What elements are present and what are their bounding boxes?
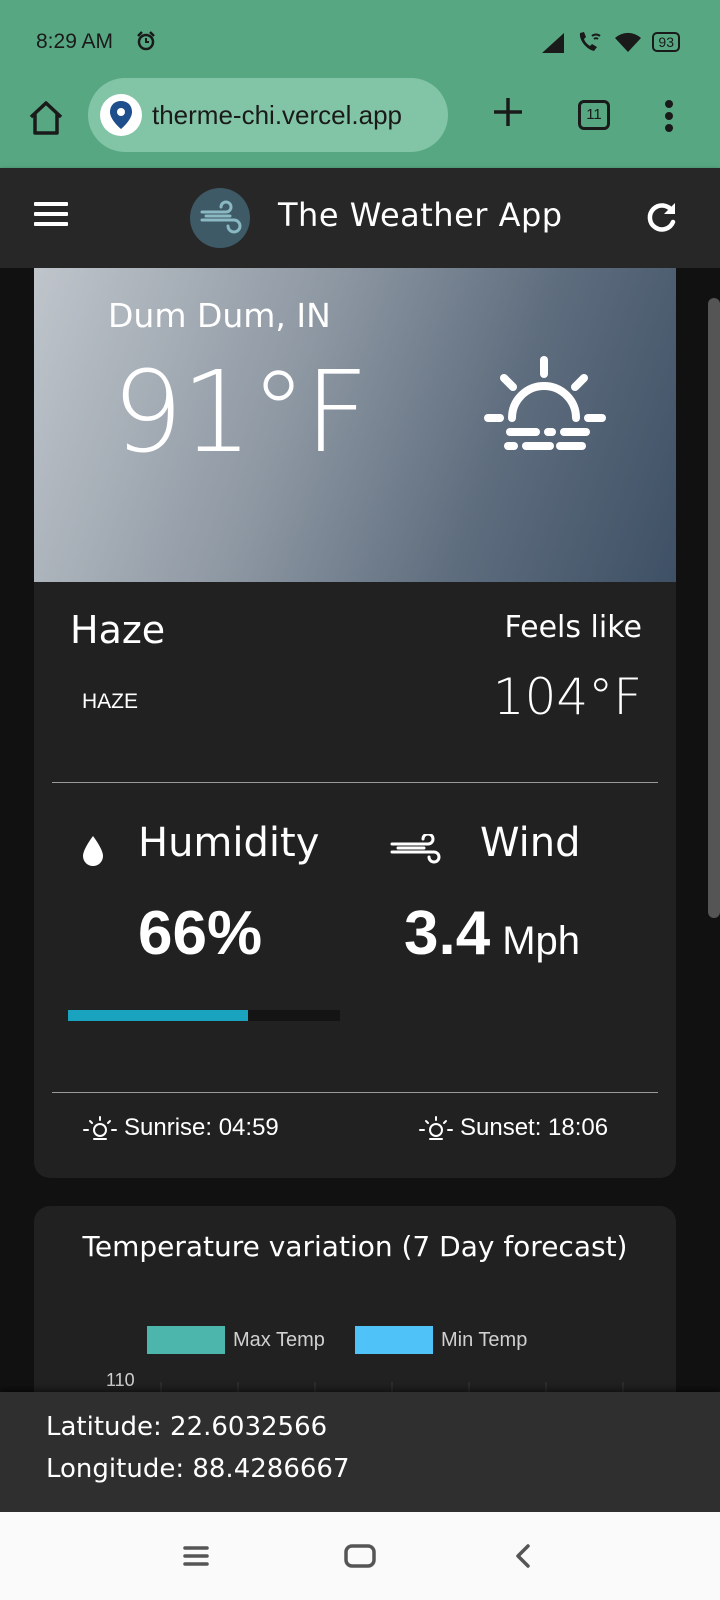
legend-min-temp[interactable]: Min Temp [355,1326,527,1354]
wifi-icon [615,32,642,52]
sunset-row: Sunset: 18:06 [418,1114,608,1142]
hamburger-menu-icon[interactable] [34,202,68,232]
wind-value: 3.4 Mph [404,898,580,969]
humidity-progress-bar [68,1010,340,1021]
scrollbar[interactable] [708,298,720,918]
home-icon[interactable] [24,96,68,140]
forecast-chart-card: Temperature variation (7 Day forecast) M… [34,1206,676,1392]
haze-sun-icon [484,356,606,450]
wifi-call-icon [580,32,602,51]
new-tab-icon[interactable] [488,92,528,132]
sunrise-time: Sunrise: 04:59 [124,1114,279,1141]
legend-label-min: Min Temp [441,1328,528,1351]
location-name: Dum Dum, IN [108,296,331,335]
latitude-text: Latitude: 22.6032566 [46,1412,328,1442]
sunrise-row: Sunrise: 04:59 [82,1114,279,1142]
humidity-value: 66% [138,899,263,968]
sunset-time: Sunset: 18:06 [460,1114,609,1141]
divider [52,782,658,783]
feels-like-value: 104°F [492,668,642,726]
url-text: therme-chi.vercel.app [152,99,402,130]
alarm-icon [137,31,155,51]
wind-unit: Mph [502,919,581,963]
app-title: The Weather App [278,196,563,234]
battery-indicator: 93 [652,32,680,52]
url-bar[interactable]: therme-chi.vercel.app [88,78,448,152]
app-header: The Weather App [0,168,720,268]
refresh-icon[interactable] [642,198,680,236]
browser-toolbar: therme-chi.vercel.app 11 [0,76,720,168]
weather-hero: Dum Dum, IN 91°F [34,268,676,582]
status-bar: 8:29 AM 93 [0,0,720,76]
wind-icon [390,834,441,864]
current-weather-card: Dum Dum, IN 91°F Haze HAZE Feels like 10… [34,268,676,1178]
coordinates-panel: Latitude: 22.6032566 Longitude: 88.42866… [0,1392,720,1512]
more-menu-icon[interactable] [656,96,682,136]
current-temperature: 91°F [112,348,369,478]
weather-condition-detail: HAZE [82,690,139,713]
home-nav-icon[interactable] [340,1538,380,1574]
recent-apps-icon[interactable] [176,1538,216,1574]
legend-swatch-min [355,1326,433,1354]
sunset-icon [419,1116,453,1140]
sunrise-icon [83,1116,117,1140]
divider [52,1092,658,1093]
app-logo [190,188,250,248]
weather-condition: Haze [70,608,166,652]
wind-label: Wind [480,820,581,866]
signal-icon [542,33,565,53]
system-navigation-bar [0,1512,720,1600]
chart-gridlines [160,1382,624,1392]
legend-max-temp[interactable]: Max Temp [147,1326,325,1354]
status-icons: 93 [540,30,680,54]
longitude-text: Longitude: 88.4286667 [46,1454,350,1484]
chart-title: Temperature variation (7 Day forecast) [82,1230,628,1263]
tab-switcher-button[interactable]: 11 [578,100,610,130]
location-pin-icon [100,94,142,136]
humidity-label: Humidity [138,820,320,866]
content-area[interactable]: Dum Dum, IN 91°F Haze HAZE Feels like 10… [0,268,720,1392]
legend-label-max: Max Temp [233,1328,325,1351]
droplet-icon [83,836,103,866]
status-time: 8:29 AM [36,30,114,53]
back-icon[interactable] [504,1538,544,1574]
wind-speed: 3.4 [404,899,491,968]
humidity-progress-fill [68,1010,248,1021]
y-axis-tick: 110 [106,1370,135,1390]
legend-swatch-max [147,1326,225,1354]
feels-like-label: Feels like [504,610,642,645]
